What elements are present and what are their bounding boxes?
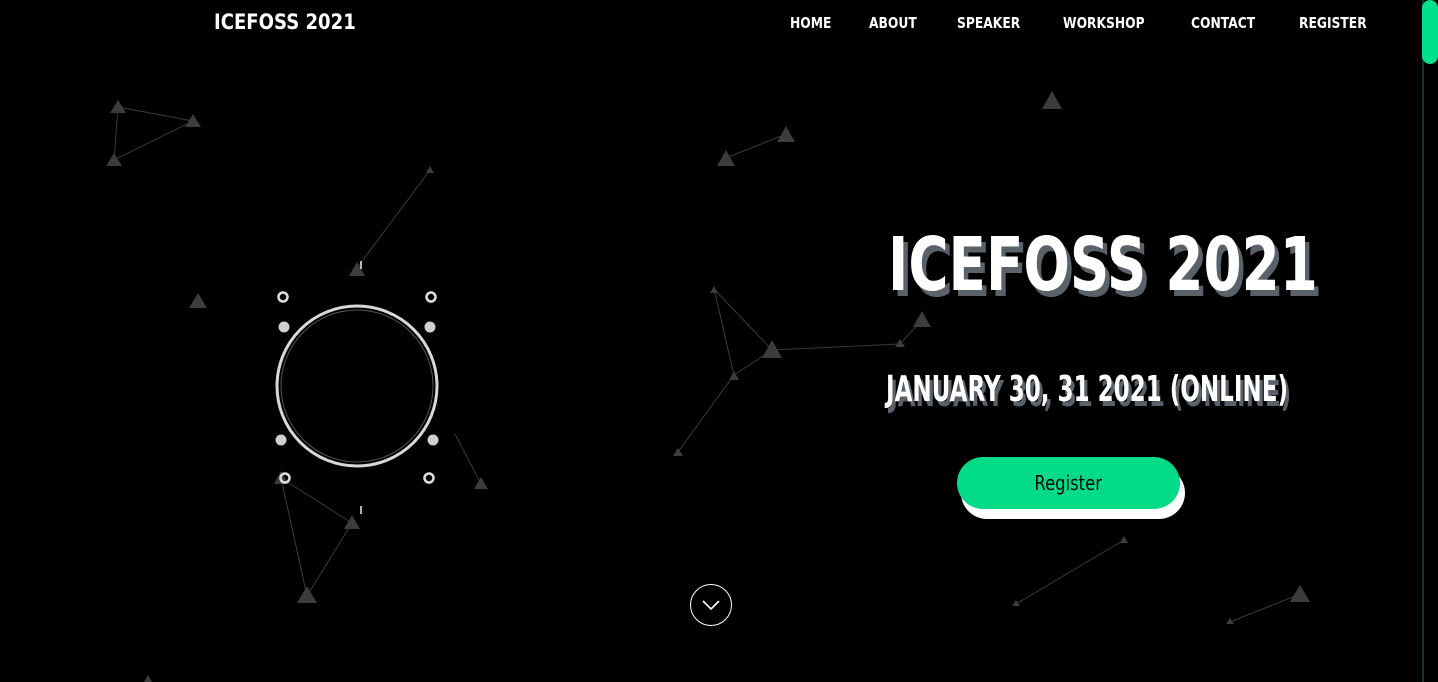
nav-workshop[interactable]: WORKSHOP bbox=[1063, 14, 1145, 32]
scroll-down-button[interactable] bbox=[690, 584, 732, 626]
hero-title: ICEFOSS 2021 bbox=[888, 222, 1318, 308]
chevron-down-icon bbox=[702, 600, 720, 611]
particle-background bbox=[106, 91, 1310, 682]
nav-contact[interactable]: CONTACT bbox=[1191, 14, 1255, 32]
scrollbar-thumb[interactable] bbox=[1422, 0, 1438, 64]
nav-register[interactable]: REGISTER bbox=[1299, 14, 1367, 32]
nav-about[interactable]: ABOUT bbox=[869, 14, 917, 32]
ring-loader-icon bbox=[275, 261, 439, 514]
nav-home[interactable]: HOME bbox=[790, 14, 831, 32]
main-nav: HOME ABOUT SPEAKER WORKSHOP CONTACT REGI… bbox=[790, 14, 1410, 32]
nav-speaker[interactable]: SPEAKER bbox=[957, 14, 1020, 32]
event-date: JANUARY 30, 31 2021 (ONLINE) bbox=[886, 369, 1288, 410]
scrollbar-track[interactable] bbox=[1422, 0, 1424, 682]
register-button[interactable]: Register bbox=[957, 457, 1180, 509]
register-button-label: Register bbox=[1034, 471, 1103, 495]
site-brand[interactable]: ICEFOSS 2021 bbox=[214, 10, 356, 34]
